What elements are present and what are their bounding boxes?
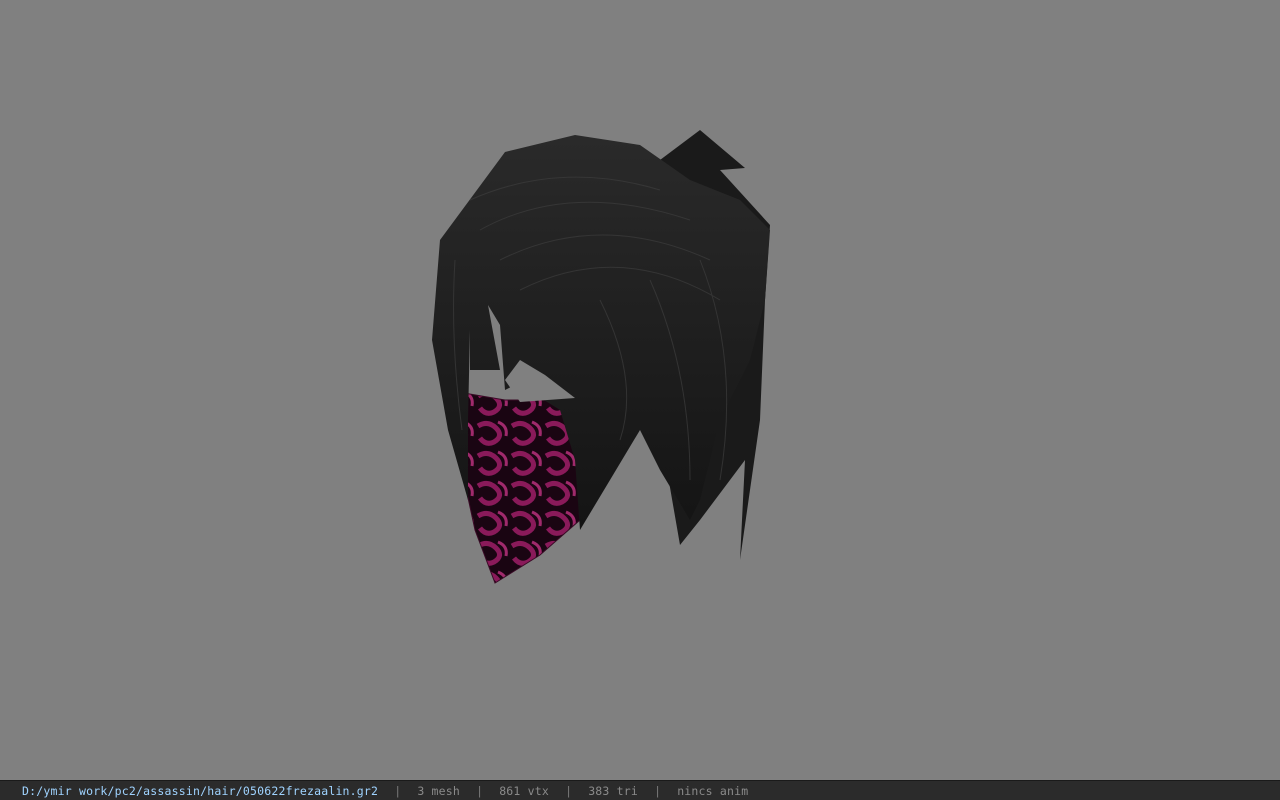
separator: |	[394, 783, 402, 798]
3d-viewport[interactable]	[0, 0, 1280, 780]
hair-mesh-icon	[432, 130, 770, 584]
separator: |	[476, 783, 484, 798]
animation-status: nincs anim	[677, 783, 749, 798]
status-bar: D:/ymir work/pc2/assassin/hair/050622fre…	[0, 780, 1280, 800]
mask-shape	[457, 391, 581, 584]
triangle-count: 383 tri	[588, 783, 639, 798]
file-path: D:/ymir work/pc2/assassin/hair/050622fre…	[22, 783, 379, 798]
separator: |	[565, 783, 573, 798]
separator: |	[654, 783, 662, 798]
vertex-count: 861 vtx	[499, 783, 550, 798]
mesh-count: 3 mesh	[417, 783, 461, 798]
